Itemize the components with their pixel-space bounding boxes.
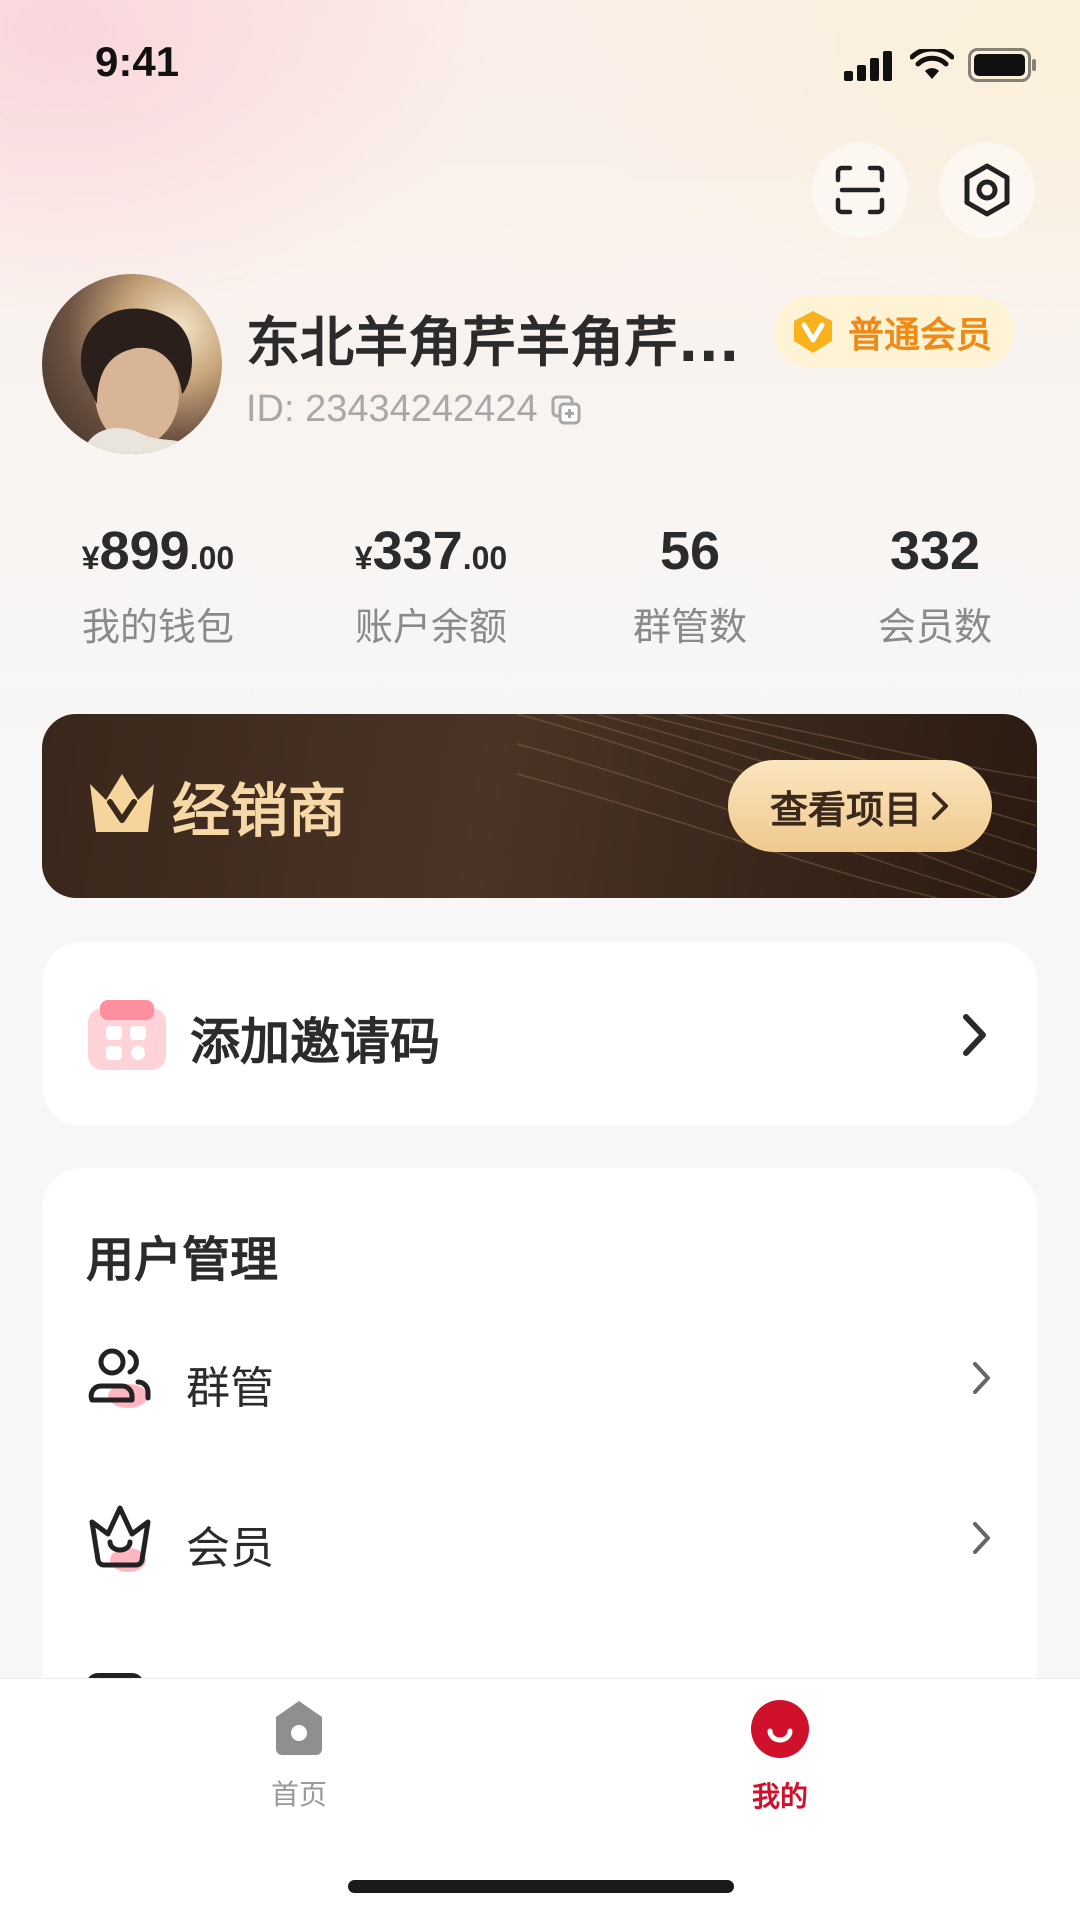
dealer-title: 经销商 <box>172 777 347 845</box>
settings-button[interactable] <box>939 142 1035 238</box>
user-name: 东北羊角芹羊角芹... <box>246 311 740 374</box>
chevron-right-icon <box>963 1014 986 1056</box>
stat-group-admins-label: 群管数 <box>632 605 747 649</box>
menu-item-members-label: 会员 <box>186 1523 274 1574</box>
dealer-banner: 经销商 查看项目 <box>42 714 1037 898</box>
invite-code-icon <box>88 1000 166 1070</box>
cellular-signal-icon <box>844 51 892 81</box>
vip-shield-icon <box>794 311 832 353</box>
menu-item-group-admins-label: 群管 <box>186 1363 274 1414</box>
stat-wallet-value: ¥899.00 <box>81 521 235 581</box>
view-projects-button[interactable]: 查看项目 <box>728 760 992 852</box>
stat-group-admins-value: 56 <box>659 521 721 581</box>
user-id-text: ID: 23434242424 <box>246 388 538 430</box>
copy-icon[interactable] <box>550 394 582 426</box>
scan-icon <box>835 165 885 215</box>
user-management-title: 用户管理 <box>86 1232 279 1288</box>
stat-balance[interactable]: ¥337.00 账户余额 <box>341 520 521 651</box>
menu-item-members[interactable]: 会员 <box>42 1478 1037 1598</box>
group-users-icon <box>88 1348 151 1408</box>
status-time: 9:41 <box>95 38 180 85</box>
member-level-label: 普通会员 <box>848 315 993 356</box>
scan-button[interactable] <box>812 142 908 238</box>
home-icon <box>276 1701 322 1755</box>
stat-wallet-label: 我的钱包 <box>81 605 234 649</box>
stat-balance-value: ¥337.00 <box>354 521 508 581</box>
wifi-icon <box>910 49 954 79</box>
member-basket-icon <box>89 1505 151 1572</box>
tab-home[interactable]: 首页 <box>219 1699 379 1813</box>
avatar-portrait-icon <box>80 308 202 454</box>
profile-smile-icon <box>751 1700 809 1758</box>
settings-icon <box>964 163 1010 217</box>
home-indicator <box>348 1880 734 1893</box>
invite-code-label: 添加邀请码 <box>190 1013 440 1071</box>
tab-mine[interactable]: 我的 <box>700 1699 860 1815</box>
user-id: ID: 23434242424 <box>246 388 582 431</box>
stat-members-value: 332 <box>889 521 981 581</box>
avatar[interactable] <box>42 274 222 454</box>
stat-members[interactable]: 332 会员数 <box>860 520 1010 651</box>
battery-icon <box>968 48 1036 82</box>
stat-balance-label: 账户余额 <box>354 605 507 649</box>
crown-icon <box>90 774 154 832</box>
tab-mine-label: 我的 <box>751 1780 808 1813</box>
stat-wallet[interactable]: ¥899.00 我的钱包 <box>68 520 248 651</box>
view-projects-label: 查看项目 <box>769 787 922 832</box>
tab-home-label: 首页 <box>270 1778 327 1811</box>
chevron-right-icon <box>973 1362 990 1394</box>
add-invite-code-row[interactable]: 添加邀请码 <box>42 942 1037 1126</box>
status-icons <box>844 48 1038 82</box>
stat-group-admins[interactable]: 56 群管数 <box>615 520 765 651</box>
member-level-badge[interactable]: 普通会员 <box>774 296 1014 368</box>
chevron-right-icon <box>973 1522 990 1554</box>
chevron-right-icon <box>932 792 948 820</box>
stat-members-label: 会员数 <box>877 605 992 649</box>
menu-item-group-admins[interactable]: 群管 <box>42 1318 1037 1438</box>
status-bar: 9:41 <box>0 0 1080 130</box>
